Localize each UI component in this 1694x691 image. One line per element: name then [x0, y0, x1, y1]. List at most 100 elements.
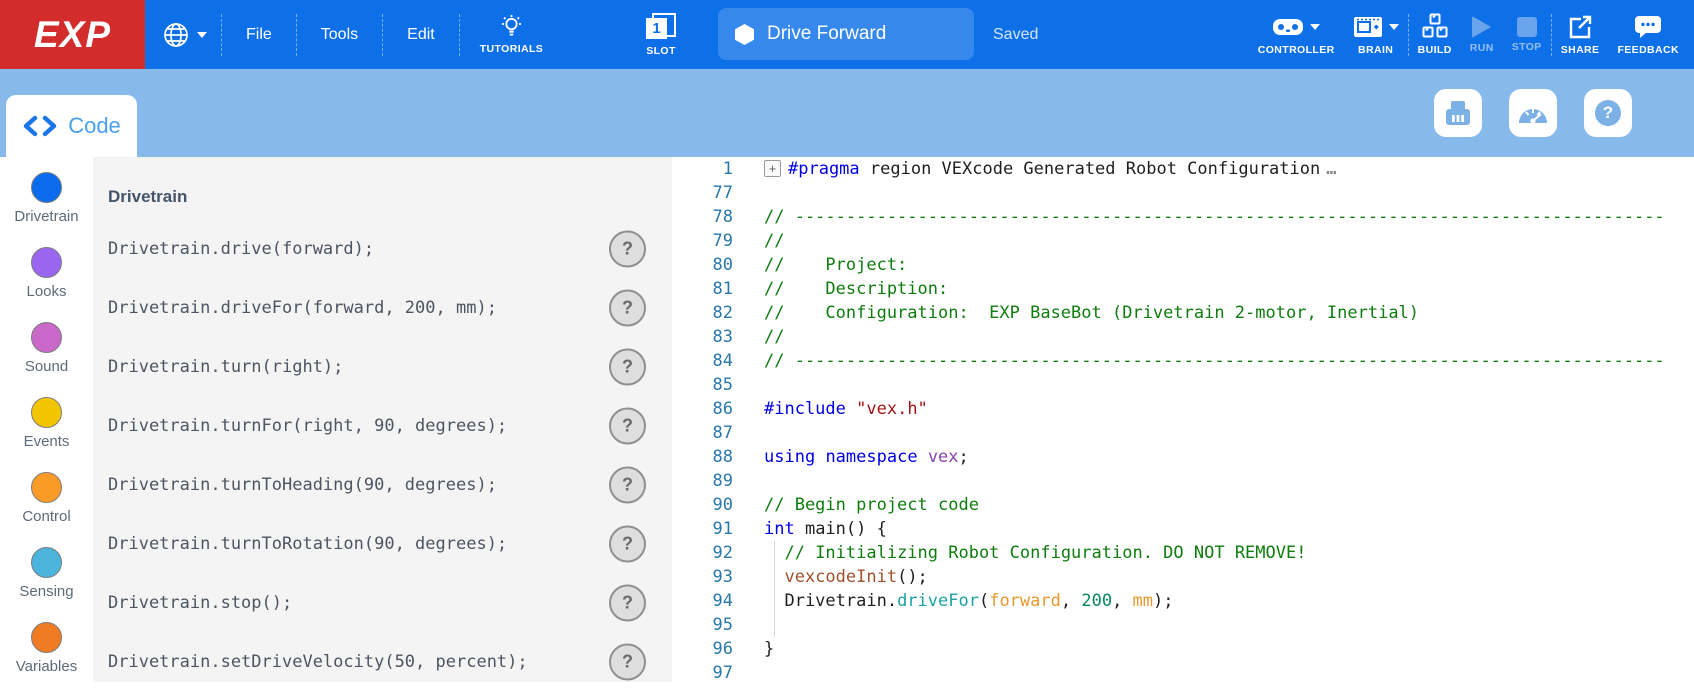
secondary-toolbar: Code ?	[0, 69, 1694, 157]
category-circle-icon	[31, 247, 62, 278]
command-row: Drivetrain.setDriveVelocity(50, percent)…	[108, 632, 672, 691]
command-help-button[interactable]: ?	[609, 525, 646, 562]
command-text[interactable]: Drivetrain.turnToRotation(90, degrees);	[108, 534, 507, 554]
device-actions: CONTROLLER BRAIN BUILD	[1249, 0, 1688, 69]
sidebar-item-sound[interactable]: Sound	[0, 322, 93, 386]
play-icon	[1472, 16, 1491, 38]
language-menu[interactable]	[158, 21, 221, 49]
share-button[interactable]: SHARE	[1552, 0, 1609, 69]
command-help-button[interactable]: ?	[609, 407, 646, 444]
line-number: 80	[672, 253, 733, 277]
line-content[interactable]: #include "vex.h"	[764, 397, 928, 421]
menu-file[interactable]: File	[222, 26, 296, 44]
command-help-button[interactable]: ?	[609, 230, 646, 267]
line-content[interactable]: // -------------------------------------…	[764, 205, 1665, 229]
code-line: 78 // ----------------------------------…	[672, 205, 1694, 229]
category-circle-icon	[31, 172, 62, 203]
sidebar-item-sensing[interactable]: Sensing	[0, 547, 93, 611]
sidebar-item-looks[interactable]: Looks	[0, 247, 93, 311]
stop-button[interactable]: STOP	[1503, 0, 1551, 69]
sidebar-item-events[interactable]: Events	[0, 397, 93, 461]
save-status: Saved	[993, 0, 1038, 69]
line-content[interactable]: vexcodeInit();	[764, 565, 928, 589]
line-number: 79	[672, 229, 733, 253]
command-text[interactable]: Drivetrain.turnFor(right, 90, degrees);	[108, 416, 507, 436]
slot-label: SLOT	[646, 45, 676, 57]
run-label: RUN	[1470, 42, 1494, 54]
project-name-field[interactable]: Drive Forward	[718, 8, 974, 60]
category-label: Drivetrain	[14, 208, 78, 225]
command-text[interactable]: Drivetrain.driveFor(forward, 200, mm);	[108, 298, 497, 318]
category-circle-icon	[31, 397, 62, 428]
sidebar-item-variables[interactable]: Variables	[0, 622, 93, 686]
code-line: 77	[672, 181, 1694, 205]
command-row: Drivetrain.turnToRotation(90, degrees); …	[108, 514, 672, 573]
command-row: Drivetrain.drive(forward); ?	[108, 219, 672, 278]
code-line: 81 // Description:	[672, 277, 1694, 301]
command-list: Drivetrain.drive(forward); ? Drivetrain.…	[108, 219, 672, 691]
command-help-button[interactable]: ?	[609, 466, 646, 503]
command-help-button[interactable]: ?	[609, 584, 646, 621]
feedback-label: FEEDBACK	[1617, 44, 1679, 56]
slot-button[interactable]: 1 SLOT	[646, 0, 676, 69]
command-text[interactable]: Drivetrain.stop();	[108, 593, 292, 613]
command-help-button[interactable]: ?	[609, 643, 646, 680]
code-editor[interactable]: 1 +#pragma region VEXcode Generated Robo…	[672, 157, 1694, 682]
line-number: 87	[672, 421, 733, 445]
line-content[interactable]: +#pragma region VEXcode Generated Robot …	[764, 157, 1336, 181]
line-content[interactable]: // Project:	[764, 253, 907, 277]
line-content[interactable]: Drivetrain.driveFor(forward, 200, mm);	[764, 589, 1174, 613]
command-text[interactable]: Drivetrain.setDriveVelocity(50, percent)…	[108, 652, 528, 672]
tab-code[interactable]: Code	[6, 95, 137, 157]
command-text[interactable]: Drivetrain.turnToHeading(90, degrees);	[108, 475, 497, 495]
build-button[interactable]: BUILD	[1409, 0, 1461, 69]
category-label: Control	[22, 508, 70, 525]
code-line: 89	[672, 469, 1694, 493]
line-number: 95	[672, 613, 733, 637]
command-text[interactable]: Drivetrain.drive(forward);	[108, 239, 374, 259]
controller-button[interactable]: CONTROLLER	[1249, 0, 1344, 69]
feedback-button[interactable]: FEEDBACK	[1608, 0, 1688, 69]
line-content[interactable]: // Configuration: EXP BaseBot (Drivetrai…	[764, 301, 1419, 325]
command-row: Drivetrain.driveFor(forward, 200, mm); ?	[108, 278, 672, 337]
dashboard-button[interactable]	[1509, 89, 1557, 137]
line-content[interactable]: //	[764, 325, 784, 349]
code-brackets-icon	[22, 115, 58, 137]
line-number: 83	[672, 325, 733, 349]
help-button[interactable]: ?	[1584, 89, 1632, 137]
build-label: BUILD	[1418, 44, 1452, 56]
sidebar-item-drivetrain[interactable]: Drivetrain	[0, 172, 93, 236]
brain-button[interactable]: BRAIN	[1344, 0, 1408, 69]
line-number: 85	[672, 373, 733, 397]
print-console-button[interactable]	[1434, 89, 1482, 137]
menu-edit[interactable]: Edit	[383, 26, 459, 44]
line-content[interactable]: // Begin project code	[764, 493, 979, 517]
slot-icon: 1	[646, 13, 676, 39]
fold-toggle-icon[interactable]: +	[764, 160, 781, 177]
line-content[interactable]: //	[764, 229, 784, 253]
command-help-button[interactable]: ?	[609, 348, 646, 385]
tutorials-button[interactable]: TUTORIALS	[460, 0, 564, 69]
sidebar-item-control[interactable]: Control	[0, 472, 93, 536]
run-button[interactable]: RUN	[1461, 0, 1503, 69]
line-content[interactable]: using namespace vex;	[764, 445, 969, 469]
command-row: Drivetrain.turnFor(right, 90, degrees); …	[108, 396, 672, 455]
line-content[interactable]: // Initializing Robot Configuration. DO …	[764, 541, 1306, 565]
build-cubes-icon	[1420, 13, 1450, 40]
category-sidebar: Drivetrain Looks Sound Events Control Se…	[0, 157, 93, 682]
line-number: 84	[672, 349, 733, 373]
code-line: 88 using namespace vex;	[672, 445, 1694, 469]
code-line: 87	[672, 421, 1694, 445]
collapsed-region-icon[interactable]: …	[1326, 159, 1336, 179]
category-circle-icon	[31, 472, 62, 503]
line-content[interactable]: int main() {	[764, 517, 887, 541]
line-content[interactable]: }	[764, 637, 774, 661]
command-text[interactable]: Drivetrain.turn(right);	[108, 357, 343, 377]
line-content[interactable]: // Description:	[764, 277, 948, 301]
command-help-button[interactable]: ?	[609, 289, 646, 326]
question-mark-icon: ?	[1595, 100, 1621, 126]
exp-logo[interactable]: EXP	[0, 0, 145, 69]
line-content[interactable]: // -------------------------------------…	[764, 349, 1665, 373]
menu-tools[interactable]: Tools	[297, 26, 382, 44]
print-console-icon	[1443, 98, 1473, 128]
